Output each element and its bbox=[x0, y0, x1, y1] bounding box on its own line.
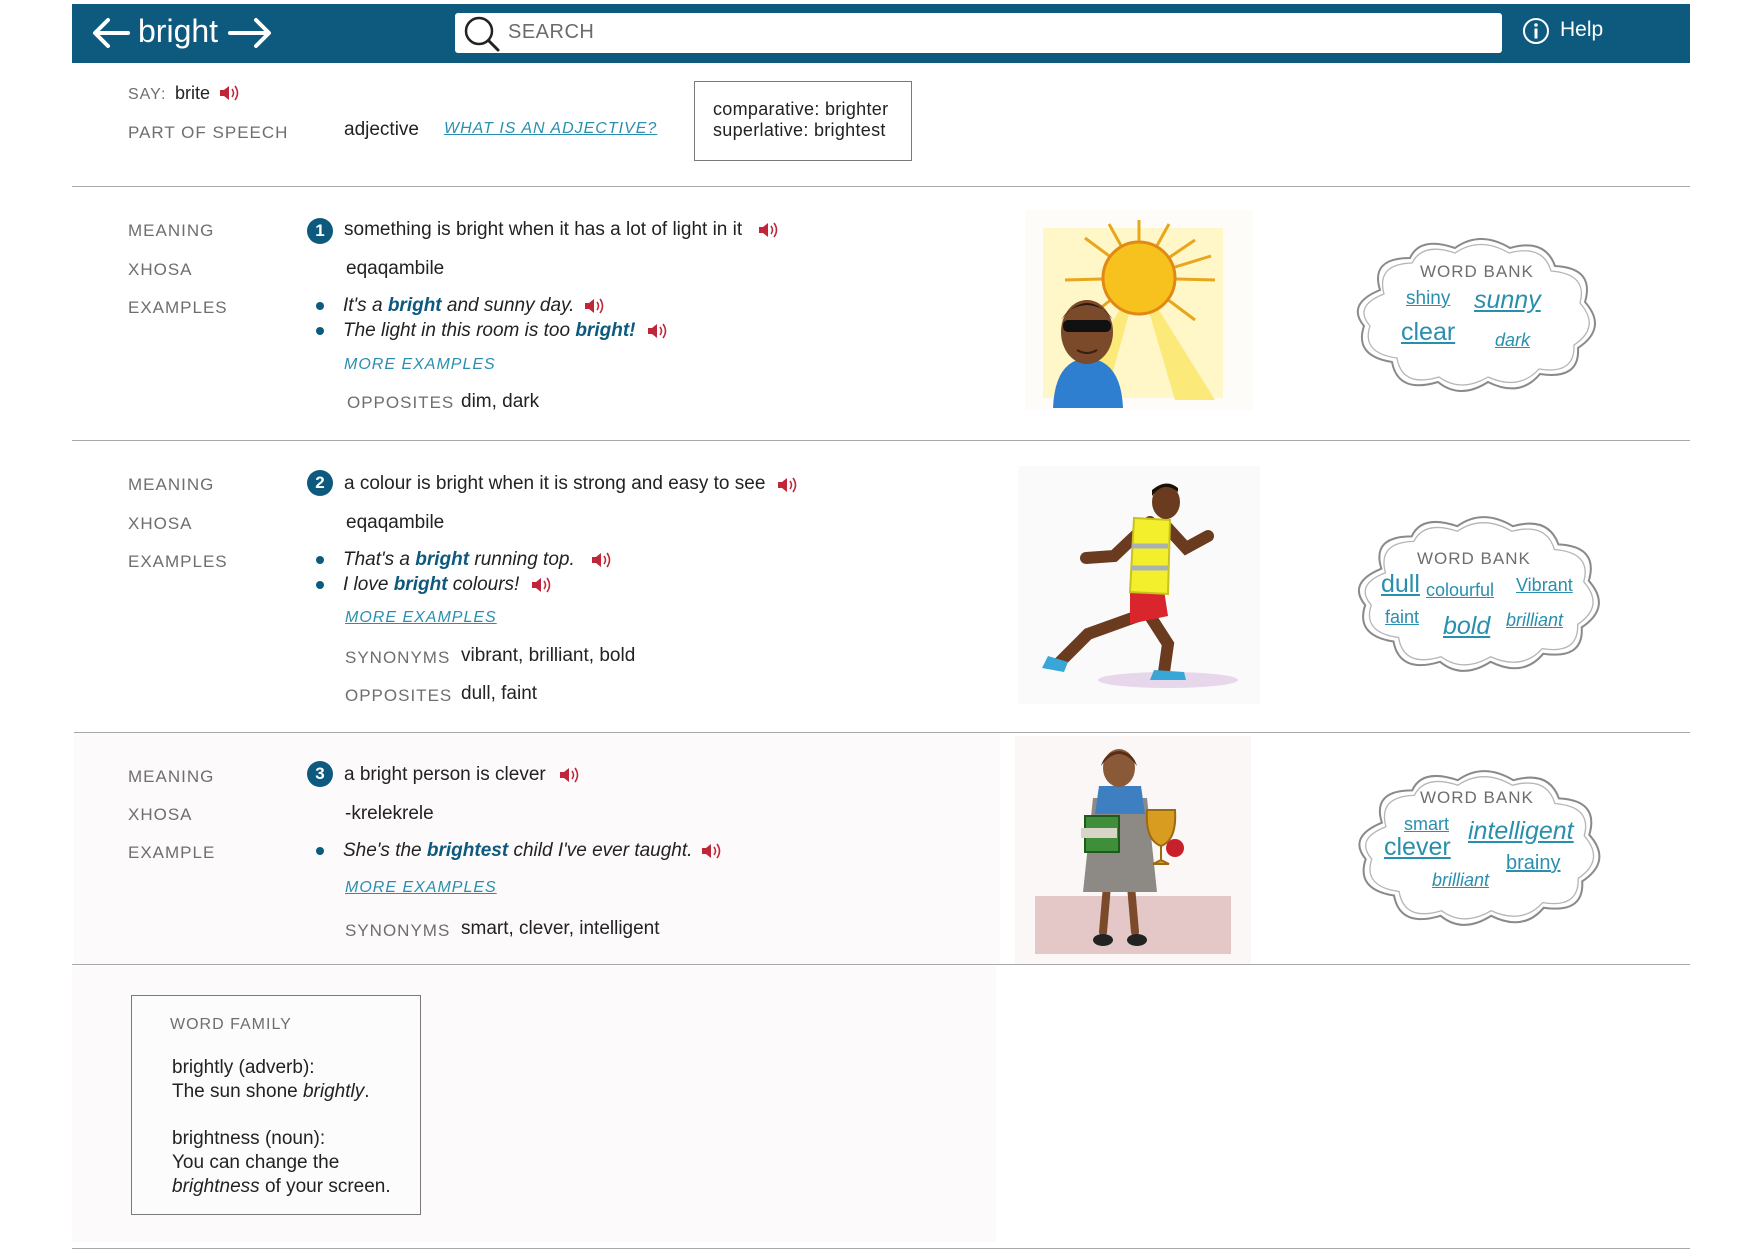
speaker-icon[interactable] bbox=[700, 841, 724, 861]
word-bank-word[interactable]: bold bbox=[1443, 612, 1490, 641]
xhosa-text: eqaqambile bbox=[346, 512, 445, 533]
forward-arrow-icon[interactable] bbox=[226, 16, 274, 50]
girl-trophy-illustration bbox=[1015, 736, 1251, 964]
opposites-text: dull, faint bbox=[461, 683, 538, 704]
part-of-speech-label: PART OF SPEECH bbox=[128, 123, 289, 142]
what-is-adjective-link[interactable]: WHAT IS AN ADJECTIVE? bbox=[444, 120, 657, 138]
synonyms-text: vibrant, brilliant, bold bbox=[461, 645, 636, 666]
word-bank-word[interactable]: dull bbox=[1381, 570, 1420, 599]
example-sentence: The light in this room is too bright! bbox=[343, 320, 636, 341]
xhosa-label: XHOSA bbox=[128, 805, 193, 824]
superlative-form: superlative: brightest bbox=[713, 120, 886, 140]
meaning-text: a bright person is clever bbox=[344, 764, 546, 785]
example-sentence: That's a bright running top. bbox=[343, 549, 575, 570]
examples-label: EXAMPLES bbox=[128, 552, 228, 571]
synonyms-label: SYNONYMS bbox=[345, 921, 451, 940]
word-family-example: The sun shone brightly. bbox=[172, 1081, 370, 1102]
sense-number-badge: 1 bbox=[307, 218, 333, 244]
bullet bbox=[316, 581, 324, 589]
word-bank-word[interactable]: clever bbox=[1384, 833, 1451, 862]
word-family-entry-head: brightness (noun): bbox=[172, 1128, 326, 1149]
speaker-icon[interactable] bbox=[583, 296, 607, 316]
word-bank-word[interactable]: Vibrant bbox=[1516, 575, 1573, 596]
xhosa-label: XHOSA bbox=[128, 260, 193, 279]
speaker-icon[interactable] bbox=[218, 83, 242, 103]
examples-label: EXAMPLES bbox=[128, 298, 228, 317]
word-bank-word[interactable]: faint bbox=[1385, 607, 1419, 628]
search-input[interactable] bbox=[455, 13, 1502, 53]
pronunciation-value: brite bbox=[175, 83, 211, 103]
bullet bbox=[316, 847, 324, 855]
speaker-icon[interactable] bbox=[646, 321, 670, 341]
opposites-label: OPPOSITES bbox=[347, 393, 455, 412]
speaker-icon[interactable] bbox=[757, 220, 781, 240]
synonyms-text: smart, clever, intelligent bbox=[461, 918, 660, 939]
search-icon[interactable] bbox=[462, 14, 502, 54]
meaning-text: a colour is bright when it is strong and… bbox=[344, 473, 766, 494]
word-family-example: You can change the bbox=[172, 1152, 340, 1173]
word-bank-word[interactable]: brainy bbox=[1506, 852, 1560, 875]
part-of-speech-value: adjective bbox=[344, 119, 419, 140]
word-bank-word[interactable]: sunny bbox=[1474, 286, 1541, 315]
comparative-form: comparative: brighter bbox=[713, 99, 889, 119]
example-sentence: I love bright colours! bbox=[343, 574, 520, 595]
word-family-entry-head: brightly (adverb): bbox=[172, 1057, 315, 1078]
word-bank-title: WORD BANK bbox=[1417, 549, 1531, 568]
search-placeholder: SEARCH bbox=[508, 21, 595, 43]
word-family-title: WORD FAMILY bbox=[170, 1016, 292, 1033]
word-bank-word[interactable]: brilliant bbox=[1506, 610, 1563, 631]
opposites-text: dim, dark bbox=[461, 391, 540, 412]
meaning-label: MEANING bbox=[128, 767, 215, 786]
word-family-example: brightness of your screen. bbox=[172, 1176, 391, 1197]
xhosa-text: eqaqambile bbox=[346, 258, 445, 279]
speaker-icon[interactable] bbox=[558, 765, 582, 785]
sense-number-badge: 2 bbox=[307, 470, 333, 496]
sun-illustration bbox=[1025, 210, 1253, 410]
help-link[interactable]: Help bbox=[1560, 18, 1603, 42]
word-bank-cloud bbox=[1356, 238, 1596, 392]
more-examples-link[interactable]: MORE EXAMPLES bbox=[344, 356, 496, 374]
example-sentence: It's a bright and sunny day. bbox=[343, 295, 575, 316]
bullet bbox=[316, 327, 324, 335]
word-bank-word[interactable]: intelligent bbox=[1468, 817, 1574, 846]
say-label: SAY: bbox=[128, 86, 167, 103]
xhosa-label: XHOSA bbox=[128, 514, 193, 533]
bullet bbox=[316, 556, 324, 564]
bullet bbox=[316, 302, 324, 310]
info-icon[interactable] bbox=[1522, 17, 1550, 45]
meaning-label: MEANING bbox=[128, 475, 215, 494]
back-arrow-icon[interactable] bbox=[90, 16, 132, 50]
word-bank-title: WORD BANK bbox=[1420, 788, 1534, 807]
more-examples-link[interactable]: MORE EXAMPLES bbox=[345, 879, 497, 897]
word-bank-word[interactable]: dark bbox=[1495, 330, 1530, 351]
word-bank-word[interactable]: smart bbox=[1404, 814, 1449, 835]
examples-label: EXAMPLE bbox=[128, 843, 216, 862]
more-examples-link[interactable]: MORE EXAMPLES bbox=[345, 609, 497, 627]
word-bank-word[interactable]: shiny bbox=[1406, 288, 1450, 310]
runner-illustration bbox=[1018, 466, 1260, 704]
speaker-icon[interactable] bbox=[530, 575, 554, 595]
word-bank-word[interactable]: clear bbox=[1401, 318, 1455, 347]
speaker-icon[interactable] bbox=[590, 550, 614, 570]
meaning-label: MEANING bbox=[128, 221, 215, 240]
synonyms-label: SYNONYMS bbox=[345, 648, 451, 667]
word-bank-word[interactable]: colourful bbox=[1426, 580, 1494, 601]
xhosa-text: -krelekrele bbox=[345, 803, 434, 824]
headword-title: bright bbox=[138, 13, 219, 49]
word-bank-word[interactable]: brilliant bbox=[1432, 870, 1489, 891]
example-sentence: She's the brightest child I've ever taug… bbox=[343, 840, 693, 861]
divider bbox=[72, 440, 1690, 441]
divider bbox=[72, 964, 1690, 965]
divider bbox=[72, 186, 1690, 187]
opposites-label: OPPOSITES bbox=[345, 686, 453, 705]
meaning-text: something is bright when it has a lot of… bbox=[344, 219, 743, 240]
speaker-icon[interactable] bbox=[776, 475, 800, 495]
word-bank-title: WORD BANK bbox=[1420, 262, 1534, 281]
sense-number-badge: 3 bbox=[307, 761, 333, 787]
